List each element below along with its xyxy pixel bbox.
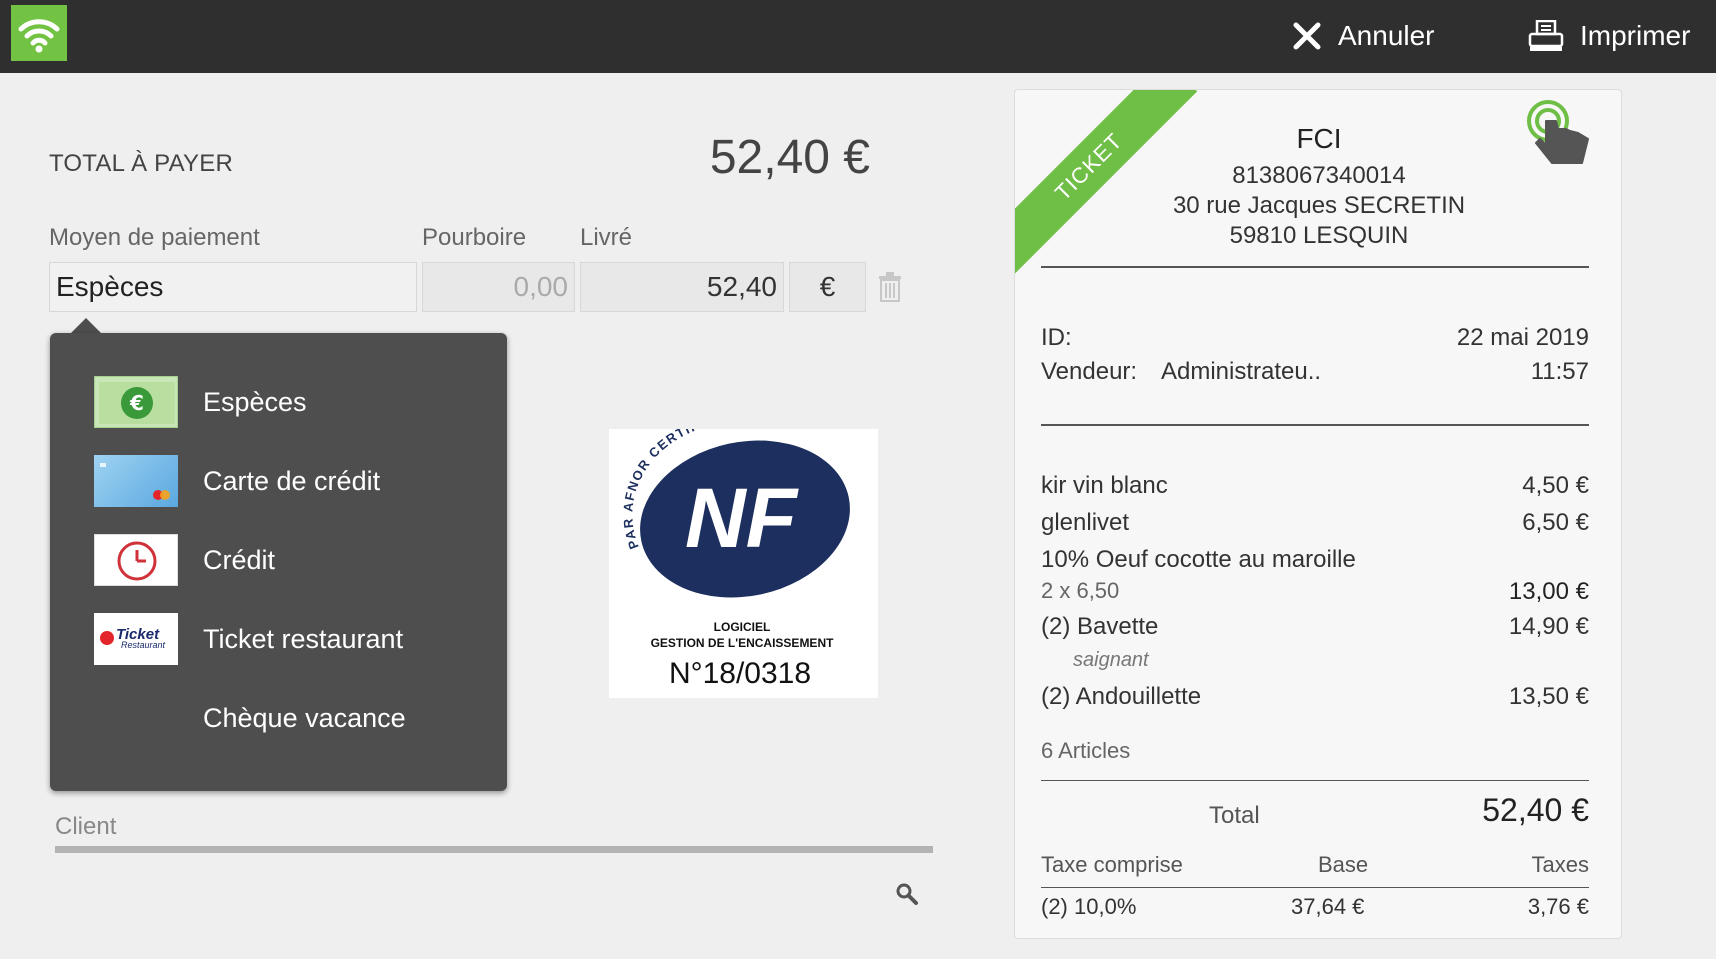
nf-line2: GESTION DE L'ENCAISSEMENT bbox=[651, 636, 835, 650]
client-label: Client bbox=[55, 813, 117, 840]
nf-logo-text: NF bbox=[685, 471, 800, 565]
ticket-panel: TICKET FCI 8138067340014 30 rue Jacques … bbox=[1014, 89, 1622, 939]
cash-icon: € bbox=[94, 376, 178, 428]
menu-item-label: Crédit bbox=[203, 544, 276, 575]
menu-item-cheque-vacance[interactable]: Chèque vacance bbox=[50, 683, 507, 753]
close-icon bbox=[1292, 21, 1322, 51]
menu-item-label: Carte de crédit bbox=[203, 465, 381, 496]
line-item-name: (2) Bavette bbox=[1041, 613, 1159, 640]
seller-name: Administrateu.. bbox=[1161, 358, 1322, 385]
shop-name: FCI bbox=[1296, 123, 1342, 154]
menu-item-ticket-restaurant[interactable]: Ticket Restaurant Ticket restaurant bbox=[50, 604, 507, 674]
tip-label: Pourboire bbox=[422, 224, 527, 251]
line-item-name: glenlivet bbox=[1041, 509, 1130, 536]
tax-base: 37,64 € bbox=[1291, 894, 1365, 919]
printer-icon bbox=[1528, 20, 1564, 52]
search-icon[interactable] bbox=[895, 882, 919, 911]
total-value: 52,40 € bbox=[709, 131, 870, 184]
tax-row: (2) 10,0% 37,64 € 3,76 € bbox=[1015, 894, 1621, 922]
menu-pointer bbox=[70, 318, 102, 334]
divider bbox=[1041, 780, 1589, 781]
line-item-price: 14,90 € bbox=[1508, 613, 1589, 640]
clock-icon bbox=[94, 534, 178, 586]
ticket-date: 22 mai 2019 bbox=[1456, 324, 1589, 351]
payment-method-label: Moyen de paiement bbox=[49, 224, 260, 251]
tip-placeholder: 0,00 bbox=[513, 271, 569, 302]
shop-address-1: 30 rue Jacques SECRETIN bbox=[1172, 192, 1466, 219]
payment-method-select[interactable]: Espèces bbox=[49, 262, 417, 312]
line-item-price: 13,50 € bbox=[1508, 683, 1589, 710]
delivered-value: 52,40 bbox=[706, 271, 777, 302]
line-item-name: (2) Andouillette bbox=[1041, 683, 1202, 710]
payment-method-value: Espèces bbox=[56, 271, 164, 302]
ticket-total-value: 52,40 € bbox=[1482, 792, 1589, 828]
menu-item-carte-de-credit[interactable]: Carte de crédit bbox=[50, 446, 507, 516]
cancel-label: Annuler bbox=[1338, 20, 1435, 51]
tax-rate: (2) 10,0% bbox=[1041, 894, 1137, 919]
seller-label: Vendeur: bbox=[1041, 358, 1138, 385]
delivered-input[interactable]: 52,40 bbox=[580, 262, 784, 312]
line-item-name: 10% Oeuf cocotte au maroille bbox=[1041, 546, 1356, 573]
ticket-time: 11:57 bbox=[1530, 358, 1589, 385]
articles-count: 6 Articles bbox=[1041, 738, 1131, 763]
line-item-note: saignant bbox=[1073, 649, 1149, 671]
currency-label: € bbox=[819, 271, 836, 302]
payment-method-menu: € Espèces Carte de crédit Crédit Ticket … bbox=[50, 333, 507, 791]
menu-item-especes[interactable]: € Espèces bbox=[50, 367, 507, 437]
taxes-header-label: Taxes bbox=[1531, 852, 1589, 877]
trash-icon[interactable] bbox=[878, 272, 902, 307]
line-item-price: 13,00 € bbox=[1508, 578, 1589, 605]
tax-header-label: Taxe comprise bbox=[1041, 852, 1183, 877]
svg-text:€: € bbox=[129, 391, 144, 415]
shop-siret: 8138067340014 bbox=[1232, 162, 1406, 189]
line-item-price: 4,50 € bbox=[1522, 472, 1589, 499]
menu-item-credit[interactable]: Crédit bbox=[50, 525, 507, 595]
divider bbox=[1041, 424, 1589, 426]
nf-number: N°18/0318 bbox=[669, 657, 811, 690]
menu-item-label: Chèque vacance bbox=[203, 702, 406, 733]
print-button[interactable]: Imprimer bbox=[1528, 14, 1690, 58]
tax-amount: 3,76 € bbox=[1527, 894, 1589, 919]
client-input[interactable] bbox=[55, 846, 933, 853]
line-item-name: kir vin blanc bbox=[1041, 472, 1168, 499]
nf-line1: LOGICIEL bbox=[714, 620, 771, 634]
print-label: Imprimer bbox=[1580, 20, 1691, 51]
credit-card-icon bbox=[94, 455, 178, 507]
divider bbox=[1041, 266, 1589, 268]
top-bar: Annuler Imprimer bbox=[0, 0, 1716, 73]
svg-text:Restaurant: Restaurant bbox=[121, 640, 166, 650]
tip-input[interactable]: 0,00 bbox=[422, 262, 575, 312]
line-item-price: 6,50 € bbox=[1522, 509, 1589, 536]
base-header-label: Base bbox=[1318, 852, 1369, 877]
shop-address-2: 59810 LESQUIN bbox=[1229, 222, 1409, 249]
total-label: TOTAL À PAYER bbox=[49, 150, 233, 177]
nf-certification-badge: PAR AFNOR CERTIFICATION NF LOGICIEL GEST… bbox=[609, 411, 878, 698]
currency-button[interactable]: € bbox=[789, 262, 866, 312]
menu-item-label: Espèces bbox=[203, 386, 307, 417]
delivered-label: Livré bbox=[580, 224, 633, 251]
menu-item-label: Ticket restaurant bbox=[203, 623, 404, 654]
wifi-icon[interactable] bbox=[11, 5, 67, 61]
ticket-restaurant-icon: Ticket Restaurant bbox=[94, 613, 178, 665]
line-item-detail: 2 x 6,50 bbox=[1041, 578, 1120, 603]
id-label: ID: bbox=[1041, 324, 1072, 351]
cancel-button[interactable]: Annuler bbox=[1292, 14, 1435, 58]
ticket-total-label: Total bbox=[1209, 802, 1260, 829]
divider bbox=[1041, 887, 1589, 888]
